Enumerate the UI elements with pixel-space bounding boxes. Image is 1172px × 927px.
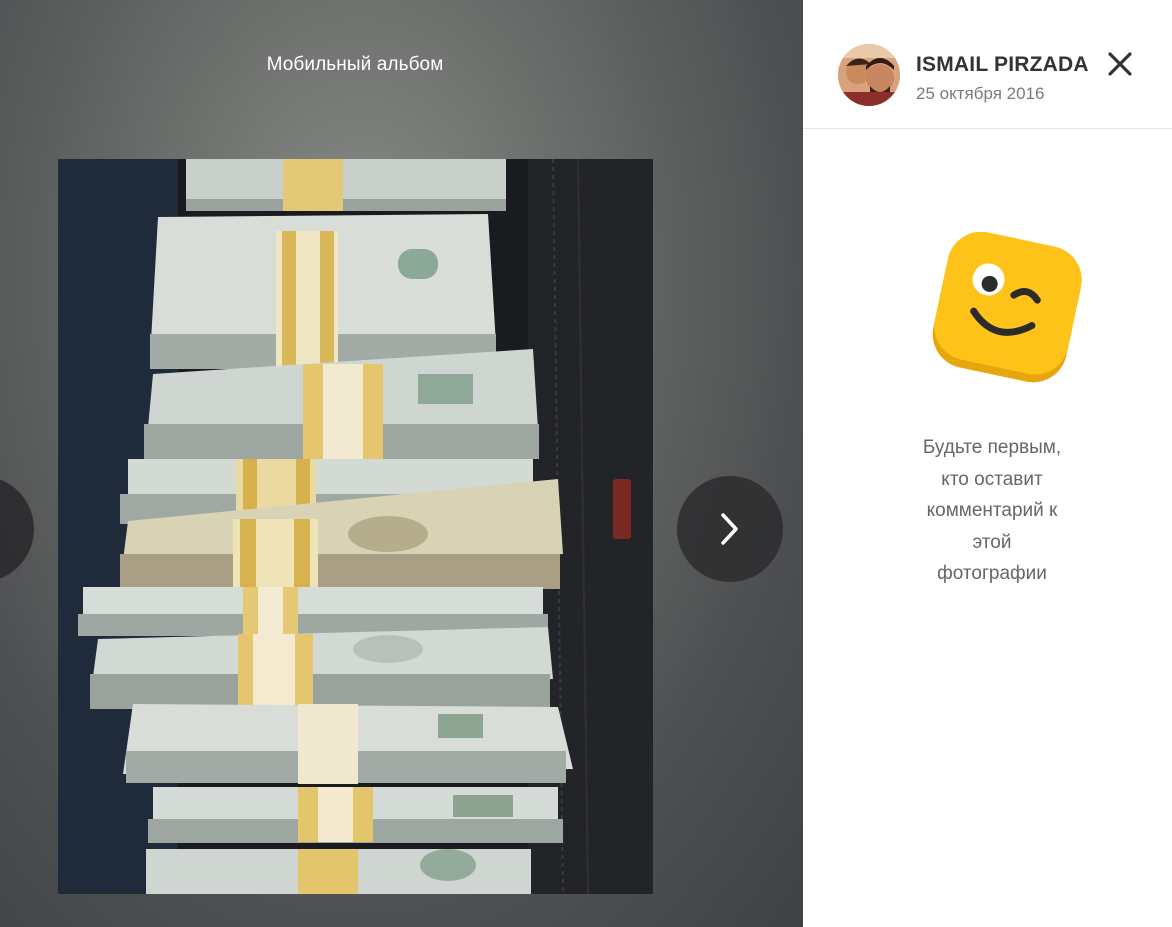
author-name[interactable]: ISMAIL PIRZADA [916, 53, 1089, 77]
empty-comments-line: кто оставит [941, 468, 1043, 490]
avatar[interactable] [838, 44, 900, 106]
post-date: 25 октября 2016 [916, 84, 1045, 103]
empty-comments-line: Будьте первым, [922, 437, 1062, 458]
close-button[interactable] [1105, 49, 1135, 79]
winking-smiley-icon [931, 231, 1083, 384]
photo[interactable] [58, 159, 653, 894]
chevron-right-icon [721, 513, 738, 545]
photo-viewer: Мобильный альбом [0, 0, 803, 927]
empty-comments-line: фотографии [937, 563, 1047, 584]
close-icon [1108, 52, 1132, 76]
empty-comments-message: Будьте первым, кто оставит комментарий к… [887, 432, 1097, 590]
empty-comments-line: комментарий к [926, 500, 1058, 521]
album-title[interactable]: Мобильный альбом [0, 54, 710, 76]
previous-photo-button[interactable] [0, 476, 34, 582]
avatar-image [838, 44, 900, 106]
post-header: ISMAIL PIRZADA 25 октября 2016 [803, 0, 1172, 129]
money-stacks-photo [58, 159, 653, 894]
empty-comments-line: этой [972, 531, 1012, 553]
comments-sidebar: ISMAIL PIRZADA 25 октября 2016 Будьте пе… [803, 0, 1172, 927]
next-photo-button[interactable] [677, 476, 783, 582]
